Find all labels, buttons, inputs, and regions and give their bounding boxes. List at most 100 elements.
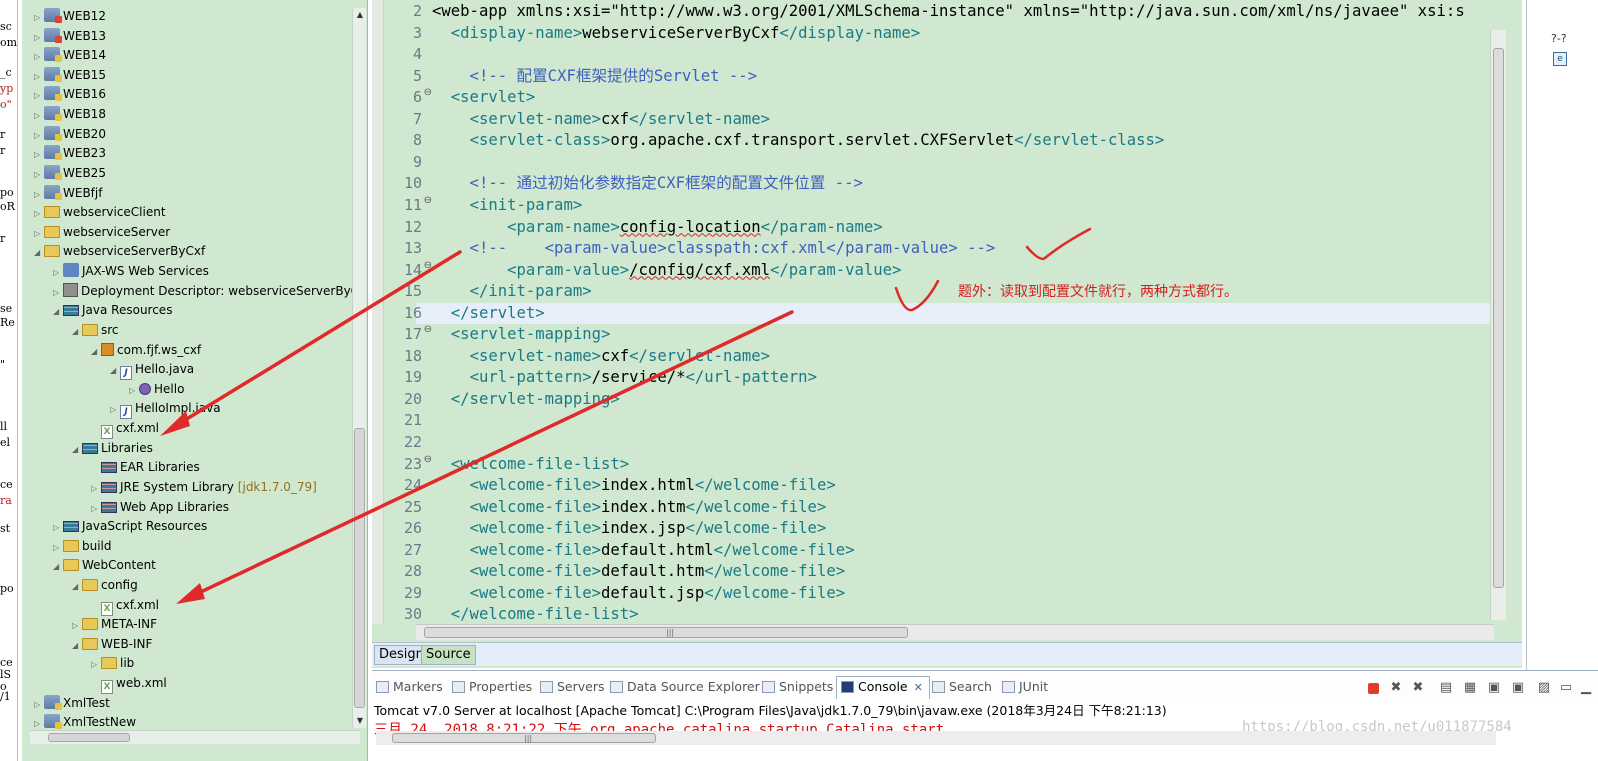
code-line[interactable]: <servlet-name>cxf</servlet-name> xyxy=(432,109,770,130)
fold-toggle-icon[interactable]: ⊖ xyxy=(424,324,432,335)
fold-toggle-icon[interactable]: ⊖ xyxy=(424,87,432,98)
tab-properties[interactable]: Properties xyxy=(452,677,532,697)
clear-console-icon[interactable]: ▤ xyxy=(1438,680,1454,696)
tree-item[interactable]: ▷ JAX-WS Web Services xyxy=(53,261,209,281)
tree-item[interactable]: ▷ lib xyxy=(91,653,134,673)
collapse-icon[interactable]: ◢ xyxy=(72,322,82,342)
tab-source[interactable]: Source xyxy=(421,645,476,665)
code-line[interactable]: <welcome-file>default.jsp</welcome-file> xyxy=(432,583,846,604)
code-line[interactable]: <!-- <param-value>classpath:cxf.xml</par… xyxy=(432,238,996,259)
tree-item[interactable]: ▷ webserviceServer xyxy=(34,222,170,242)
explorer-vertical-scrollbar[interactable]: ▲ ▼ xyxy=(352,8,366,728)
collapse-icon[interactable]: ◢ xyxy=(72,636,82,656)
tree-item[interactable]: ◢ com.fjf.ws_cxf xyxy=(91,340,201,360)
fold-toggle-icon[interactable]: ⊖ xyxy=(424,260,432,271)
explorer-hscroll-thumb[interactable] xyxy=(48,733,130,742)
code-line[interactable]: <servlet> xyxy=(432,87,536,108)
console-hscroll-thumb[interactable]: ||| xyxy=(392,733,656,743)
code-line[interactable]: <web-app xmlns:xsi="http://www.w3.org/20… xyxy=(432,1,1465,22)
tab-markers[interactable]: Markers xyxy=(376,677,443,697)
element-icon[interactable]: e xyxy=(1553,52,1567,66)
tree-item[interactable]: ▷ Hello xyxy=(129,379,184,399)
tree-item[interactable]: ◢ WebContent xyxy=(53,555,156,575)
fold-toggle-icon[interactable]: ⊖ xyxy=(424,195,432,206)
tree-item[interactable]: ▷ webserviceClient xyxy=(34,202,166,222)
collapse-icon[interactable]: ◢ xyxy=(91,342,101,362)
display-console-icon[interactable]: ▭ xyxy=(1558,680,1574,696)
remove-all-icon[interactable]: ✖ xyxy=(1410,680,1426,696)
tree-item[interactable]: ▷ WEB23 xyxy=(34,143,106,163)
minimize-icon[interactable]: ▁ xyxy=(1578,680,1594,696)
code-line[interactable]: <welcome-file>default.htm</welcome-file> xyxy=(432,561,846,582)
collapse-icon[interactable]: ◢ xyxy=(53,557,63,577)
scroll-down-icon[interactable]: ▼ xyxy=(353,716,367,725)
tree-item[interactable]: Xcxf.xml xyxy=(91,595,159,616)
code-line[interactable]: </init-param> xyxy=(432,281,592,302)
close-icon[interactable]: ✕ xyxy=(914,681,923,694)
code-line[interactable]: <servlet-name>cxf</servlet-name> xyxy=(432,346,770,367)
code-line[interactable]: </servlet-mapping> xyxy=(432,389,620,410)
tree-item[interactable]: ▷ JavaScript Resources xyxy=(53,516,207,536)
tree-item[interactable]: ▷ J HelloImpl.java xyxy=(110,398,221,420)
code-line[interactable]: <!-- 配置CXF框架提供的Servlet --> xyxy=(432,66,758,87)
fold-toggle-icon[interactable]: ⊖ xyxy=(424,454,432,465)
tree-item[interactable]: ▷ build xyxy=(53,536,112,556)
tree-item[interactable]: ▷ WEB14 xyxy=(34,45,106,65)
tree-item[interactable]: ▷ WEB13 xyxy=(34,26,106,46)
tree-item[interactable]: ◢ J Hello.java xyxy=(110,359,194,381)
editor-scroll-thumb[interactable] xyxy=(1493,48,1504,588)
explorer-scroll-thumb[interactable] xyxy=(354,428,365,708)
collapse-icon[interactable]: ◢ xyxy=(110,361,120,381)
tree-item[interactable]: ◢ webserviceServerByCxf xyxy=(34,241,205,261)
code-line[interactable]: <welcome-file>index.htm</welcome-file> xyxy=(432,497,827,518)
tree-item[interactable]: ◢ Java Resources xyxy=(53,300,172,320)
tab-console[interactable]: Console ✕ xyxy=(836,676,930,699)
collapse-icon[interactable]: ◢ xyxy=(34,243,44,263)
tab-junit[interactable]: JUnit xyxy=(1002,677,1048,697)
code-line[interactable]: <param-name>config-location</param-name> xyxy=(432,217,883,238)
remove-launch-icon[interactable]: ✖ xyxy=(1388,680,1404,696)
tree-item[interactable]: ▷ WEB15 xyxy=(34,65,106,85)
tree-item[interactable]: Xweb.xml xyxy=(91,673,167,695)
show-on-error-icon[interactable]: ▣ xyxy=(1510,680,1526,696)
tree-item[interactable]: EAR Libraries xyxy=(91,457,200,477)
pin-console-icon[interactable]: ▨ xyxy=(1536,680,1552,696)
tab-snippets[interactable]: Snippets xyxy=(762,677,833,697)
editor-horizontal-scrollbar[interactable]: ||| xyxy=(416,624,1494,640)
tree-item[interactable]: ▷ WEBfjf xyxy=(34,183,102,203)
code-line[interactable]: <servlet-class>org.apache.cxf.transport.… xyxy=(432,130,1165,151)
code-area[interactable]: <web-app xmlns:xsi="http://www.w3.org/20… xyxy=(432,0,1492,624)
tree-item[interactable]: Xcxf.xml xyxy=(91,418,159,440)
tree-item[interactable]: ▷ Deployment Descriptor: webserviceServer… xyxy=(53,281,352,301)
tree-item[interactable]: ◢ WEB-INF xyxy=(72,634,152,654)
code-line[interactable]: <display-name>webserviceServerByCxf</dis… xyxy=(432,23,920,44)
show-on-output-icon[interactable]: ▣ xyxy=(1486,680,1502,696)
tree-item[interactable]: ▷ WEB18 xyxy=(34,104,106,124)
code-line[interactable]: </welcome-file-list> xyxy=(432,604,639,624)
tree-item[interactable]: ▷ META-INF xyxy=(72,614,157,634)
xml-editor[interactable]: 2 3 4 5 6 ⊖ 7 8 9 10 11 ⊖ 12 13 14 ⊖ 15 16 17 ⊖ 18 19 20 21 22 23… xyxy=(372,0,1522,668)
tree-item[interactable]: ◢ src xyxy=(72,320,119,340)
collapse-icon[interactable]: ◢ xyxy=(53,302,63,322)
collapse-icon[interactable]: ◢ xyxy=(72,440,82,460)
code-line[interactable]: </servlet> xyxy=(432,303,545,324)
tree-item[interactable]: ◢ Libraries xyxy=(72,438,153,458)
tab-servers[interactable]: Servers xyxy=(540,677,605,697)
tree-item[interactable]: ▷ Web App Libraries xyxy=(91,497,229,517)
tab-search[interactable]: Search xyxy=(932,677,992,697)
tree-item[interactable]: ▷ XmlTest xyxy=(34,693,110,713)
tab-data-source-explorer[interactable]: Data Source Explorer xyxy=(610,677,760,697)
code-line[interactable]: <param-value>/config/cxf.xml</param-valu… xyxy=(432,260,901,281)
code-line[interactable]: <servlet-mapping> xyxy=(432,324,611,345)
code-line[interactable]: <welcome-file>index.jsp</welcome-file> xyxy=(432,518,827,539)
code-line[interactable]: <welcome-file>default.html</welcome-file… xyxy=(432,540,855,561)
editor-vertical-scrollbar[interactable] xyxy=(1490,30,1506,620)
collapse-icon[interactable]: ◢ xyxy=(72,577,82,597)
terminate-icon[interactable] xyxy=(1368,683,1379,694)
tree-item[interactable]: ▷ WEB12 xyxy=(34,6,106,26)
tree-item[interactable]: ▷ JRE System Library [jdk1.7.0_79] xyxy=(91,477,317,497)
console-horizontal-scrollbar[interactable]: ||| xyxy=(376,731,1496,745)
explorer-horizontal-scrollbar[interactable] xyxy=(30,730,360,744)
tree-item[interactable]: ▷ WEB25 xyxy=(34,163,106,183)
tree-item[interactable]: ◢ config xyxy=(72,575,138,595)
